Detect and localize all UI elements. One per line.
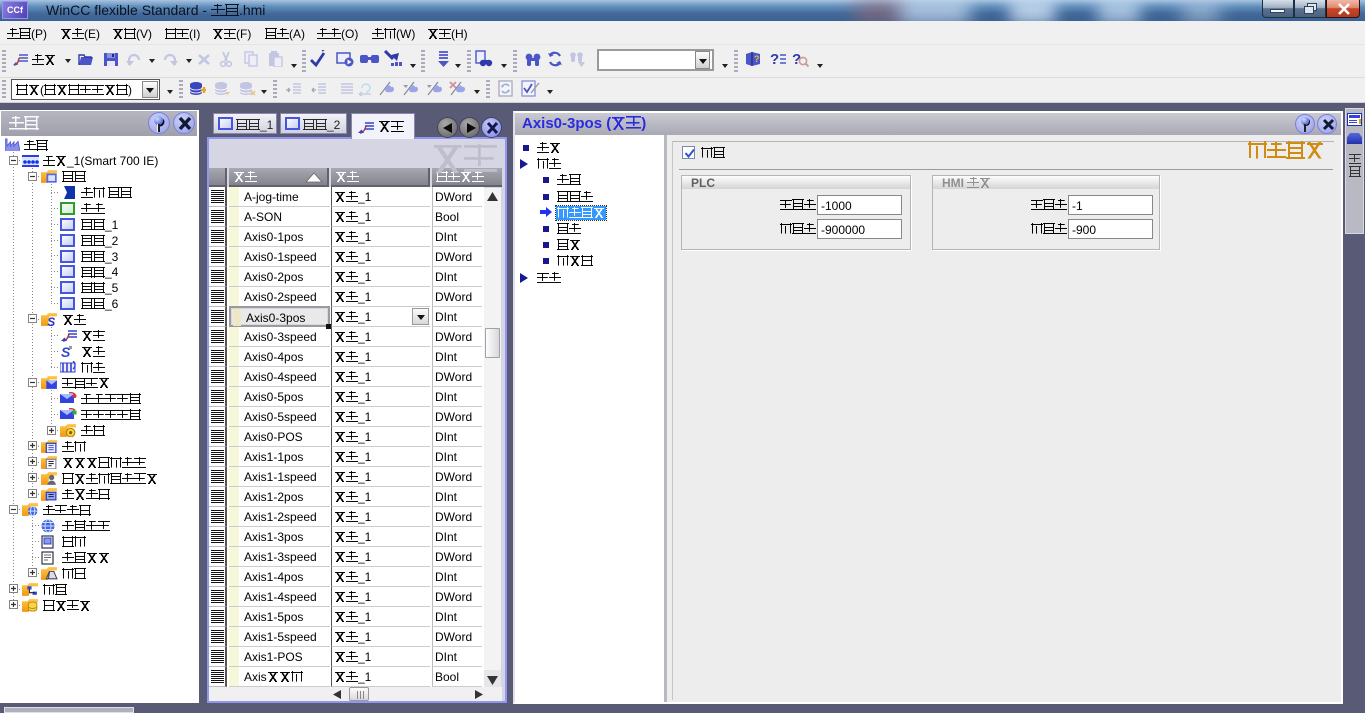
svg-text:S: S [47, 316, 55, 326]
svg-text:?: ? [754, 54, 760, 64]
svg-text:?: ? [770, 51, 779, 67]
